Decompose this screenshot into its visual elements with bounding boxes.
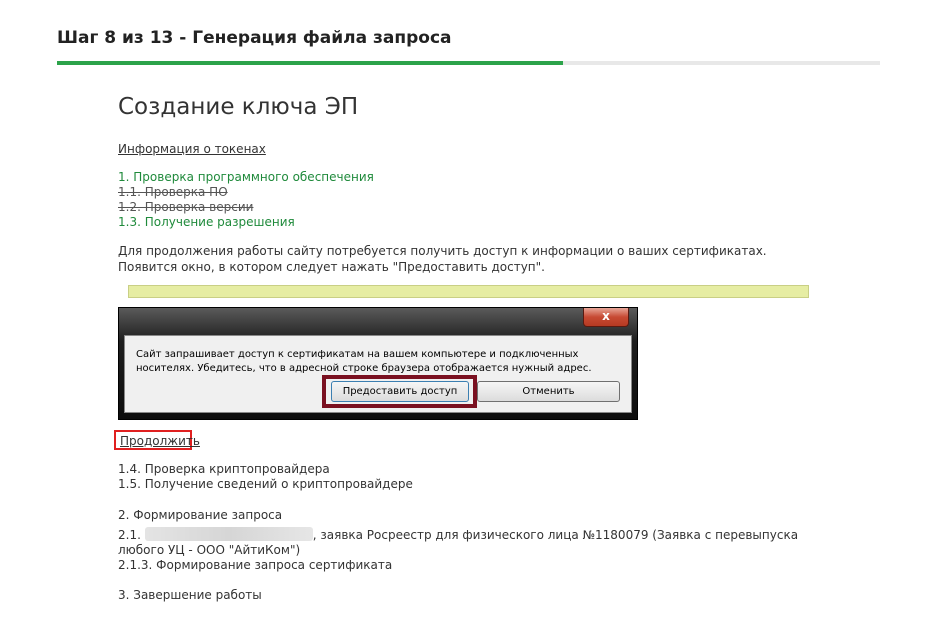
progress-bar	[57, 61, 880, 65]
step-item: 1.3. Получение разрешения	[118, 215, 295, 229]
continue-highlight: Продолжить	[114, 430, 200, 450]
dialog-body: Сайт запрашивает доступ к сертификатам н…	[124, 335, 632, 413]
step-item: 2.1.3. Формирование запроса сертификата	[118, 558, 393, 572]
step-title: Шаг 8 из 13 - Генерация файла запроса	[57, 28, 452, 48]
page-title: Создание ключа ЭП	[118, 94, 359, 120]
step-item: 1. Проверка программного обеспечения	[118, 170, 374, 184]
steps-list: 1. Проверка программного обеспечения 1.1…	[118, 170, 374, 230]
cancel-button[interactable]: Отменить	[477, 381, 620, 402]
step-item: 1.5. Получение сведений о криптопровайде…	[118, 477, 413, 491]
grant-access-button[interactable]: Предоставить доступ	[331, 381, 469, 402]
browser-notification-bar	[128, 285, 809, 298]
lower-steps-list: 1.4. Проверка криптопровайдера 1.5. Полу…	[118, 462, 413, 492]
application-line: 2.1. , заявка Росреестр для физического …	[118, 527, 808, 558]
progress-bar-fill	[57, 61, 564, 65]
continue-link[interactable]: Продолжить	[120, 434, 200, 448]
step-item: 1.1. Проверка ПО	[118, 185, 228, 199]
close-icon[interactable]: x	[583, 308, 629, 327]
tokens-info-link[interactable]: Информация о токенах	[118, 142, 266, 156]
step-item: 1.4. Проверка криптопровайдера	[118, 462, 330, 476]
access-dialog: x Сайт запрашивает доступ к сертификатам…	[118, 307, 638, 420]
step-item: 1.2. Проверка версии	[118, 200, 254, 214]
section-heading: 3. Завершение работы	[118, 588, 262, 602]
dialog-message: Сайт запрашивает доступ к сертификатам н…	[136, 349, 592, 374]
application-prefix: 2.1.	[118, 528, 141, 542]
redacted-name	[144, 527, 313, 541]
info-text: Для продолжения работы сайту потребуется…	[118, 244, 767, 274]
section-heading: 2. Формирование запроса	[118, 508, 283, 522]
